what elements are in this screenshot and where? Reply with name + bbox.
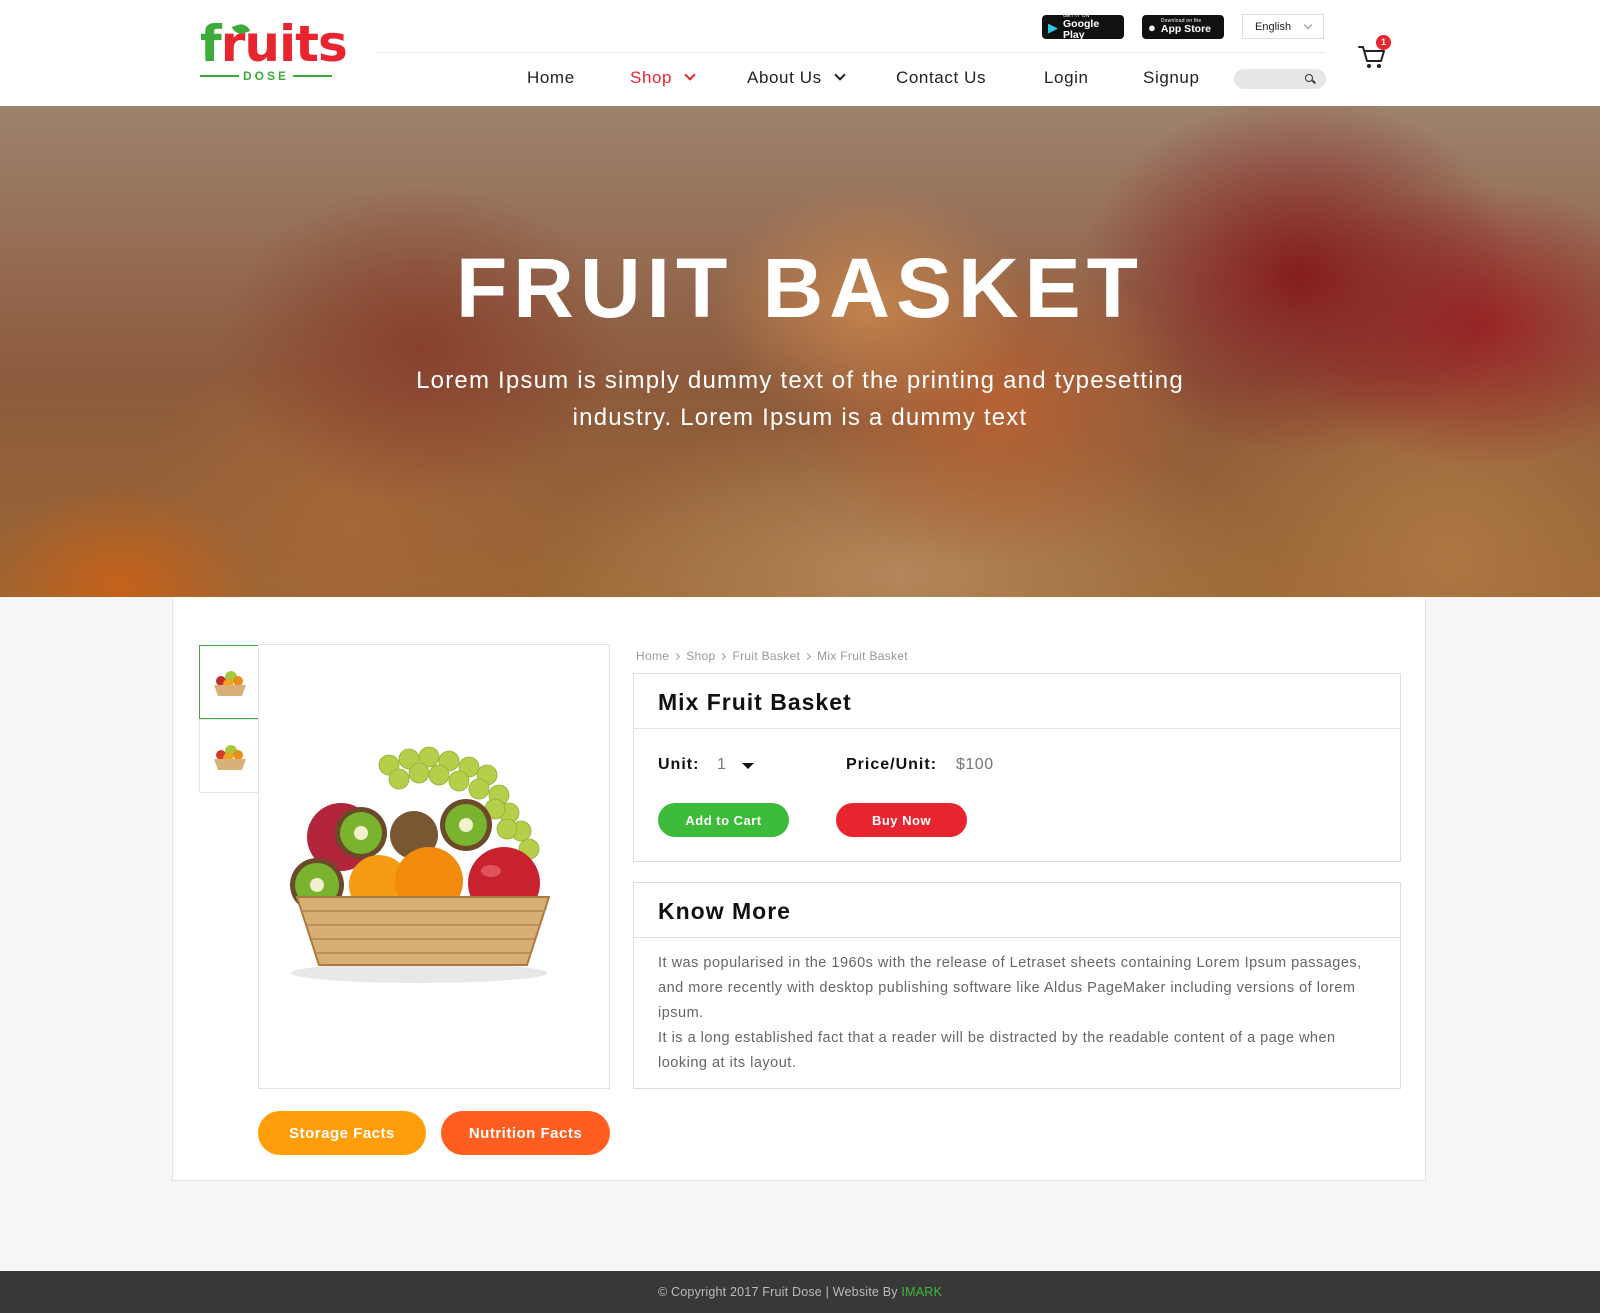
app-store-label: App Store xyxy=(1160,23,1212,36)
site-footer: © Copyright 2017 Fruit Dose | Website By… xyxy=(0,1271,1600,1313)
nav-login[interactable]: Login xyxy=(1044,68,1089,88)
google-play-label: Google Play xyxy=(1063,18,1100,41)
storage-facts-button[interactable]: Storage Facts xyxy=(258,1111,426,1155)
chevron-right-icon xyxy=(673,652,681,660)
nav-signup[interactable]: Signup xyxy=(1143,68,1200,88)
chevron-down-icon xyxy=(684,69,696,81)
unit-label: Unit: xyxy=(658,756,700,773)
logo-wordmark: fruits xyxy=(200,15,348,73)
product-main-image xyxy=(258,644,610,1089)
add-to-cart-button[interactable]: Add to Cart xyxy=(658,803,789,837)
google-play-icon: ▶ xyxy=(1048,19,1058,35)
know-more-panel: Know More It was popularised in the 1960… xyxy=(633,882,1401,1089)
breadcrumb-current: Mix Fruit Basket xyxy=(817,649,908,663)
chevron-down-icon xyxy=(1303,20,1313,30)
copyright-text: © Copyright 2017 Fruit Dose | Website By xyxy=(657,1285,902,1299)
search-icon[interactable] xyxy=(1305,74,1313,82)
imark-link[interactable]: IMARK xyxy=(901,1285,942,1299)
search-input[interactable] xyxy=(1244,71,1306,87)
hero-title: FRUIT BASKET xyxy=(456,241,1144,335)
unit-select[interactable]: 1 xyxy=(717,756,726,774)
language-value: English xyxy=(1255,20,1292,33)
nav-home[interactable]: Home xyxy=(527,68,575,88)
header-divider xyxy=(376,52,1326,53)
nutrition-facts-button[interactable]: Nutrition Facts xyxy=(441,1111,610,1155)
caret-down-icon[interactable] xyxy=(742,763,754,769)
chevron-right-icon xyxy=(804,652,812,660)
site-header: fruits DOSE ▶ GET IT ON Google Play ● Dow… xyxy=(0,0,1600,106)
know-more-text: It was popularised in the 1960s with the… xyxy=(658,951,1366,1076)
know-more-title: Know More xyxy=(658,898,791,924)
product-thumbnails xyxy=(199,645,259,793)
breadcrumb-home[interactable]: Home xyxy=(636,649,669,663)
nav-about-us[interactable]: About Us xyxy=(747,68,846,88)
purchase-panel: Mix Fruit Basket Unit: 1 Price/Unit: $10… xyxy=(633,673,1401,862)
nav-contact-us[interactable]: Contact Us xyxy=(896,68,986,88)
purchase-panel-header: Mix Fruit Basket xyxy=(634,674,1400,729)
breadcrumb-shop[interactable]: Shop xyxy=(686,649,715,663)
logo-subtitle: DOSE xyxy=(200,68,333,84)
product-thumbnail[interactable] xyxy=(199,645,259,719)
app-store-badge[interactable]: ● Download on the App Store xyxy=(1142,15,1224,39)
price-value: $100 xyxy=(956,756,994,773)
know-more-paragraph: It was popularised in the 1960s with the… xyxy=(658,955,1362,1021)
know-more-header: Know More xyxy=(634,883,1400,938)
product-thumbnail[interactable] xyxy=(199,719,259,793)
price-label: Price/Unit: xyxy=(846,756,938,773)
chevron-down-icon xyxy=(834,69,846,81)
fruit-basket-thumbnail-image xyxy=(214,671,246,696)
apple-icon: ● xyxy=(1148,19,1156,35)
know-more-paragraph: It is a long established fact that a rea… xyxy=(658,1030,1336,1071)
fruits-dose-logo[interactable]: fruits DOSE xyxy=(200,16,348,86)
language-select[interactable]: English xyxy=(1242,14,1324,39)
cart-button[interactable]: 1 xyxy=(1358,35,1391,72)
cart-count-badge: 1 xyxy=(1376,35,1391,50)
hero-subtitle: Lorem Ipsum is simply dummy text of the … xyxy=(416,367,1184,431)
product-title: Mix Fruit Basket xyxy=(658,689,852,715)
search-bar xyxy=(1234,69,1326,89)
breadcrumb-fruit-basket[interactable]: Fruit Basket xyxy=(732,649,800,663)
chevron-right-icon xyxy=(719,652,727,660)
mix-fruit-basket-image xyxy=(290,746,551,983)
buy-now-button[interactable]: Buy Now xyxy=(836,803,967,837)
nav-shop[interactable]: Shop xyxy=(630,68,696,88)
hero-banner: FRUIT BASKET Lorem Ipsum is simply dummy… xyxy=(0,106,1600,597)
fruit-basket-thumbnail-image xyxy=(214,745,246,770)
google-play-badge[interactable]: ▶ GET IT ON Google Play xyxy=(1042,14,1124,41)
breadcrumb: Home Shop Fruit Basket Mix Fruit Basket xyxy=(636,649,908,663)
